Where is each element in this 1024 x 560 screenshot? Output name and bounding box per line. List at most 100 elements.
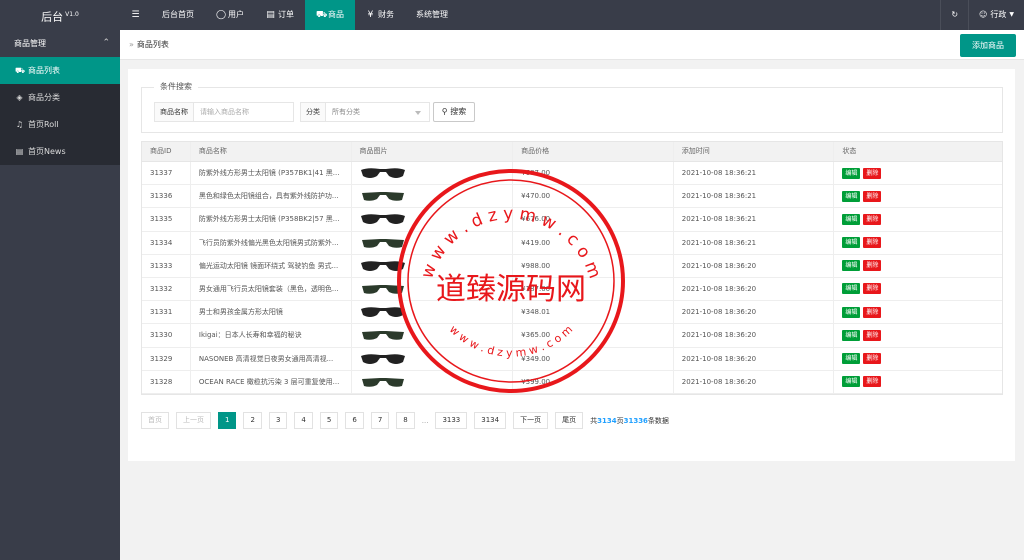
- product-image: [352, 254, 514, 277]
- last-page-button[interactable]: 尾页: [555, 412, 584, 429]
- col-header-price[interactable]: 商品价格: [513, 142, 674, 161]
- table-row: 31334 飞行员防紫外线偏光黑色太阳镜男式防紫外... ¥419.00 2021-1…: [142, 231, 1002, 255]
- delete-button[interactable]: 删除: [863, 190, 882, 202]
- delete-button[interactable]: 删除: [863, 260, 882, 272]
- edit-button[interactable]: 编辑: [842, 329, 861, 341]
- page-button[interactable]: 8: [396, 412, 415, 429]
- table-row: 31330 Ikigai：日本人长寿和幸福的秘诀 ¥365.00 2021-10-08…: [142, 324, 1002, 348]
- search-button[interactable]: ⚲ 搜索: [433, 102, 475, 122]
- menu-toggle-button[interactable]: ☰: [120, 0, 151, 30]
- product-time: 2021-10-08 18:36:21: [674, 208, 835, 231]
- edit-button[interactable]: 编辑: [842, 213, 861, 225]
- delete-button[interactable]: 删除: [863, 237, 882, 249]
- nav-item-system[interactable]: 系统管理: [405, 0, 459, 30]
- delete-button[interactable]: 删除: [863, 306, 882, 318]
- product-name[interactable]: 防紫外线方形男士太阳镜 (P357BK1|41 黑...: [191, 162, 352, 185]
- sidebar-item-product-category[interactable]: ◈ 商品分类: [0, 84, 120, 111]
- chevron-right-icon: »: [129, 40, 134, 49]
- pagination: 首页 上一页 1 2 3 4 5 6 7 8 ... 3133 3134 下一页…: [141, 412, 669, 429]
- add-product-button[interactable]: 添加商品: [960, 34, 1016, 57]
- first-page-button[interactable]: 首页: [141, 412, 169, 429]
- product-price: ¥470.00: [513, 185, 674, 208]
- product-price: ¥187.00: [513, 277, 674, 301]
- edit-button[interactable]: 编辑: [842, 306, 861, 318]
- product-name[interactable]: Ikigai：日本人长寿和幸福的秘诀: [191, 324, 352, 347]
- page-button[interactable]: 4: [294, 412, 313, 429]
- caret-down-icon: [415, 111, 421, 115]
- product-actions: 编辑 删除: [834, 371, 1002, 393]
- delete-button[interactable]: 删除: [863, 376, 882, 388]
- col-header-status[interactable]: 状态: [834, 142, 1002, 161]
- refresh-button[interactable]: ↻: [940, 0, 968, 30]
- delete-button[interactable]: 删除: [863, 353, 882, 364]
- product-time: 2021-10-08 18:36:20: [674, 277, 835, 301]
- nav-item-finance[interactable]: ¥ 财务: [355, 0, 405, 30]
- product-price: ¥399.00: [513, 370, 674, 393]
- page-button[interactable]: 2: [243, 412, 262, 429]
- delete-button[interactable]: 删除: [863, 167, 882, 179]
- layers-icon: ◈: [16, 93, 23, 102]
- nav-item-products[interactable]: ⛟ 商品: [305, 0, 355, 30]
- nav-item-users[interactable]: ◯ 用户: [205, 0, 255, 30]
- product-table: 商品ID 商品名称 商品图片 商品价格 添加时间 状态 31337 防紫外线方形男…: [141, 141, 1003, 395]
- product-time: 2021-10-08 18:36:20: [674, 370, 835, 393]
- edit-button[interactable]: 编辑: [842, 260, 861, 272]
- page-button[interactable]: 3133: [435, 412, 468, 429]
- product-price: ¥607.00: [513, 162, 674, 185]
- product-name[interactable]: OCEAN RACE 橄榄抗污染 3 层可重复使用...: [191, 370, 352, 393]
- user-menu[interactable]: ☺ 行政 ▼: [968, 0, 1024, 30]
- name-search-input[interactable]: 请输入商品名称: [194, 102, 294, 122]
- sidebar-item-home-roll[interactable]: ♫ 首页Roll: [0, 111, 120, 138]
- edit-button[interactable]: 编辑: [842, 190, 861, 202]
- chevron-down-icon: ▼: [1009, 11, 1014, 18]
- delete-button[interactable]: 删除: [863, 213, 882, 225]
- product-id: 31332: [142, 277, 191, 301]
- product-actions: 编辑 删除: [834, 324, 1002, 346]
- page-button[interactable]: 3134: [474, 412, 507, 429]
- page-button[interactable]: 3: [268, 412, 288, 429]
- product-name[interactable]: 男士和男孩金属方形太阳镜: [191, 301, 352, 324]
- nav-item-home[interactable]: 后台首页: [151, 0, 205, 30]
- sidebar-item-home-news[interactable]: ▤ 首页News: [0, 138, 120, 165]
- product-name[interactable]: 偏光运动太阳镜 镜面环绕式 驾驶钓鱼 男式...: [191, 254, 352, 277]
- product-name[interactable]: 男女通用飞行员太阳镜套装（黑色，透明色...: [191, 277, 352, 301]
- app-logo[interactable]: 后台 V1.0: [0, 0, 120, 30]
- next-page-button[interactable]: 下一页: [513, 412, 549, 429]
- col-header-image[interactable]: 商品图片: [352, 142, 514, 161]
- sidebar-group-products[interactable]: 商品管理 ⌃: [0, 30, 120, 57]
- product-name[interactable]: 黑色和绿色太阳镜组合，具有紫外线防护功...: [191, 185, 352, 208]
- product-time: 2021-10-08 18:36:20: [674, 254, 835, 277]
- user-icon: ◯: [216, 10, 227, 20]
- yen-icon: ¥: [367, 10, 374, 20]
- col-header-name[interactable]: 商品名称: [191, 142, 352, 161]
- product-time: 2021-10-08 18:36:20: [674, 347, 835, 370]
- pagination-total: 共3134页31336条数据: [590, 416, 669, 425]
- edit-button[interactable]: 编辑: [842, 167, 861, 179]
- sidebar-item-product-list[interactable]: ⛟ 商品列表: [0, 57, 120, 84]
- table-row: 31336 黑色和绿色太阳镜组合，具有紫外线防护功... ¥470.00 2021-1…: [142, 185, 1002, 209]
- delete-button[interactable]: 删除: [863, 329, 882, 341]
- search-icon: ⚲: [441, 107, 448, 116]
- product-id: 31330: [142, 324, 191, 347]
- edit-button[interactable]: 编辑: [842, 237, 861, 249]
- edit-button[interactable]: 编辑: [842, 353, 861, 364]
- table-row: 31333 偏光运动太阳镜 镜面环绕式 驾驶钓鱼 男式... ¥988.00 2021…: [142, 254, 1002, 278]
- product-actions: 编辑 删除: [834, 232, 1002, 254]
- page-button[interactable]: 1: [218, 412, 237, 429]
- product-name[interactable]: NASONEB 高清视觉日夜男女通用高清视...: [191, 347, 352, 370]
- page-button[interactable]: 7: [370, 412, 390, 429]
- delete-button[interactable]: 删除: [863, 283, 882, 295]
- breadcrumb: » 商品列表: [129, 40, 169, 49]
- page-button[interactable]: 5: [319, 412, 339, 429]
- edit-button[interactable]: 编辑: [842, 283, 861, 295]
- col-header-time[interactable]: 添加时间: [674, 142, 835, 161]
- category-select[interactable]: 所有分类: [326, 102, 430, 122]
- product-name[interactable]: 防紫外线方形男士太阳镜 (P358BK2|57 黑...: [191, 208, 352, 231]
- prev-page-button[interactable]: 上一页: [176, 412, 211, 429]
- product-name[interactable]: 飞行员防紫外线偏光黑色太阳镜男式防紫外...: [191, 231, 352, 254]
- product-price: ¥365.00: [513, 324, 674, 347]
- nav-item-orders[interactable]: ▤ 订单: [255, 0, 305, 30]
- edit-button[interactable]: 编辑: [842, 376, 861, 388]
- col-header-id[interactable]: 商品ID: [142, 142, 191, 161]
- page-button[interactable]: 6: [345, 412, 364, 429]
